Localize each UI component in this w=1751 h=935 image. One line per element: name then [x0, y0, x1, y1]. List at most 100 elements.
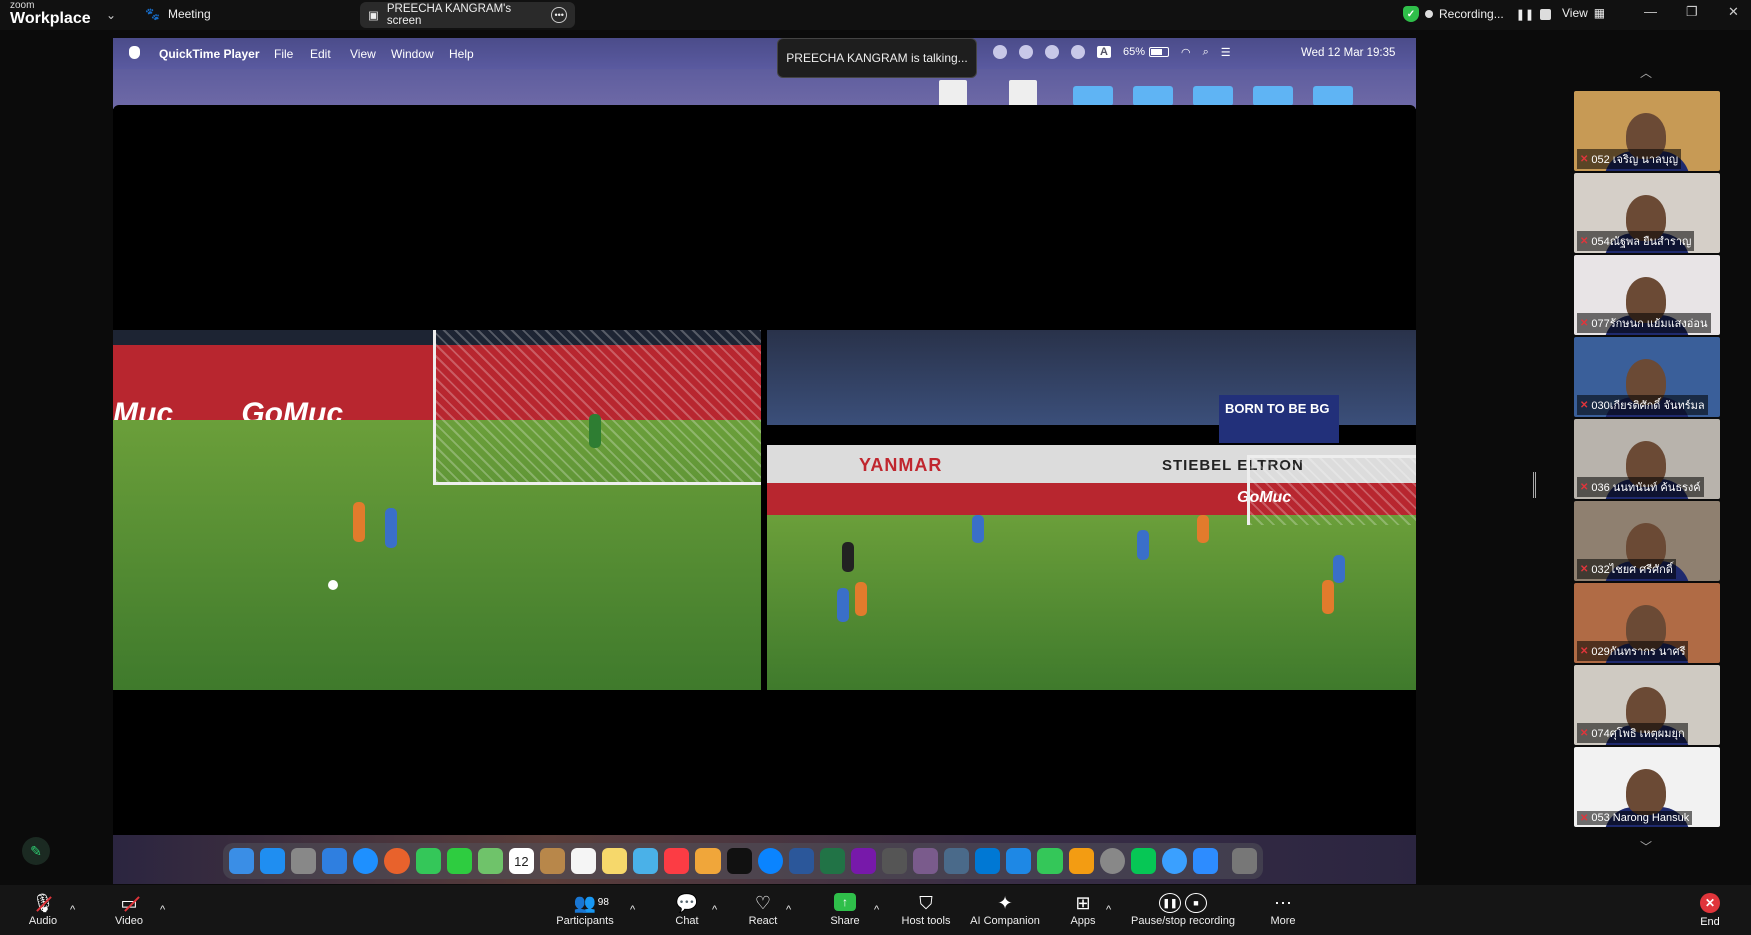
numbers-icon[interactable] — [1037, 848, 1063, 874]
participant-tile[interactable]: ✕ 077รักษนก แย้มแสงอ่อน — [1574, 255, 1720, 335]
participant-tile[interactable]: ✕ 052 เจริญ นาลบุญ — [1574, 91, 1720, 171]
screen-share-pill[interactable]: ▣ PREECHA KANGRAM's screen ••• — [360, 2, 575, 28]
audio-caret-icon[interactable]: ^ — [70, 885, 75, 935]
host-tools-button[interactable]: ⛉ Host tools — [900, 885, 952, 935]
participant-tile[interactable]: ✕ 074ศุโพธิ เหตุผมยุก — [1574, 665, 1720, 745]
participants-icon: 👥 98 — [573, 893, 609, 913]
mic-muted-icon: ✕ — [1580, 727, 1589, 739]
more-options-icon[interactable]: ••• — [551, 7, 567, 23]
more-label: More — [1270, 915, 1296, 927]
video-gallery: ✕ 052 เจริญ นาลบุญ ✕ 054ณัฐพล ยืนสำราญ ✕ 07… — [1574, 62, 1720, 852]
apple-tv-icon[interactable] — [726, 848, 752, 874]
app-name[interactable]: QuickTime Player — [159, 47, 260, 61]
firefox-icon[interactable] — [384, 848, 410, 874]
video-label: Video — [115, 915, 143, 927]
annotate-pen-icon[interactable]: ✎ — [22, 837, 50, 865]
stop-icon[interactable] — [1540, 8, 1552, 20]
app-icon[interactable] — [913, 848, 939, 874]
onenote-icon[interactable] — [850, 848, 876, 874]
launchpad-icon[interactable] — [291, 848, 317, 874]
menu-help[interactable]: Help — [449, 47, 474, 61]
zoom-icon[interactable] — [1192, 848, 1218, 874]
panel-resize-handle[interactable] — [1533, 472, 1536, 498]
mail-icon[interactable] — [322, 848, 348, 874]
search-icon: ⌕ — [1202, 45, 1209, 58]
view-button[interactable]: View ▦ — [1562, 6, 1605, 20]
freeform-icon[interactable] — [633, 848, 659, 874]
notes-icon[interactable] — [602, 848, 628, 874]
share-caret-icon[interactable]: ^ — [874, 885, 879, 935]
close-icon[interactable]: ✕ — [1728, 4, 1739, 20]
contacts-icon[interactable] — [539, 848, 566, 874]
pages-icon[interactable] — [1068, 848, 1094, 874]
chevron-down-icon[interactable]: ⌄ — [106, 8, 116, 22]
restore-icon[interactable]: ❐ — [1686, 4, 1698, 20]
app-store-icon[interactable] — [260, 848, 286, 874]
messages-icon[interactable] — [415, 848, 441, 874]
status-tray: A 65% ◠ ⌕ ☰ — [993, 45, 1231, 59]
edge-icon[interactable] — [757, 848, 783, 874]
participant-name: ✕ 054ณัฐพล ยืนสำราญ — [1577, 231, 1695, 251]
menu-edit[interactable]: Edit — [310, 47, 331, 61]
app-icon[interactable] — [944, 848, 970, 874]
mic-muted-icon: ✕ — [1580, 812, 1589, 824]
line-icon[interactable] — [1130, 848, 1156, 874]
player-orange — [855, 582, 867, 616]
menu-view[interactable]: View — [350, 47, 376, 61]
participant-tile[interactable]: ✕ 032ไชยศ ศรีศักดิ์ — [1574, 501, 1720, 581]
pause-stop-icon: ❚❚ ■ — [1159, 893, 1207, 915]
participant-tile[interactable]: ✕ 036 นนทนันท์ ค้นธรงค์ — [1574, 419, 1720, 499]
more-button[interactable]: ⋯ More — [1266, 885, 1300, 935]
excel-icon[interactable] — [819, 848, 845, 874]
chevron-down-icon[interactable]: ﹀ — [1640, 838, 1652, 855]
settings-icon[interactable] — [1099, 848, 1125, 874]
mic-muted-icon: ✕ — [1580, 645, 1589, 657]
end-button[interactable]: ✕ End — [1700, 885, 1720, 935]
quicktime-video[interactable]: Muc GoMuc BORN TO BE BG YANMAR STIEBEL E… — [113, 105, 1416, 835]
word-icon[interactable] — [788, 848, 814, 874]
participant-tile[interactable]: ✕ 054ณัฐพล ยืนสำราญ — [1574, 173, 1720, 253]
participant-tile[interactable]: ✕ 029กันทรากร นาศรี — [1574, 583, 1720, 663]
control-center-icon: ☰ — [1220, 46, 1231, 59]
music-icon[interactable] — [664, 848, 690, 874]
audio-button[interactable]: 🎙Audio — [26, 885, 60, 935]
trash-icon[interactable] — [1232, 848, 1258, 874]
view-label: View — [1562, 6, 1588, 20]
participant-tile[interactable]: ✕ 053 Narong Hansuk — [1574, 747, 1720, 827]
participant-name-text: 053 Narong Hansuk — [1591, 812, 1690, 824]
share-button[interactable]: ↑ Share — [830, 885, 860, 935]
apps-button[interactable]: ⊞ Apps — [1068, 885, 1098, 935]
pause-stop-recording-button[interactable]: ❚❚ ■ Pause/stop recording — [1128, 885, 1238, 935]
claquette-icon[interactable] — [881, 848, 908, 874]
chat-button[interactable]: 💬 Chat — [672, 885, 702, 935]
preview-icon[interactable] — [1161, 848, 1187, 874]
participants-caret-icon[interactable]: ^ — [630, 885, 635, 935]
apps-icon: ⊞ — [1075, 893, 1091, 913]
finder-icon[interactable] — [229, 848, 255, 874]
participant-tile[interactable]: ✕ 030เกียรติศักดิ์ จันทร์มล — [1574, 337, 1720, 417]
maps-icon[interactable] — [477, 848, 503, 874]
apple-icon[interactable] — [129, 46, 140, 59]
react-caret-icon[interactable]: ^ — [786, 885, 791, 935]
menu-window[interactable]: Window — [391, 47, 434, 61]
apps-caret-icon[interactable]: ^ — [1106, 885, 1111, 935]
chat-caret-icon[interactable]: ^ — [712, 885, 717, 935]
video-button[interactable]: ▭ Video — [112, 885, 146, 935]
meeting-menu[interactable]: 🐾 Meeting — [145, 7, 211, 21]
pause-icon[interactable]: ❚❚ — [1516, 8, 1534, 21]
reminders-icon[interactable] — [571, 848, 597, 874]
photos-icon[interactable] — [695, 848, 721, 874]
menu-file[interactable]: File — [274, 47, 293, 61]
outlook-icon[interactable] — [975, 848, 1001, 874]
goal-net — [1247, 455, 1416, 525]
react-button[interactable]: ♡ React — [748, 885, 778, 935]
video-caret-icon[interactable]: ^ — [160, 885, 165, 935]
keynote-icon[interactable] — [1006, 848, 1032, 874]
facetime-icon[interactable] — [446, 848, 472, 874]
participants-button[interactable]: 👥 98 Participants — [554, 885, 616, 935]
minimize-icon[interactable]: — — [1644, 4, 1657, 19]
calendar-icon[interactable]: 12 — [508, 848, 534, 874]
born-banner-text: BORN TO BE BG — [1225, 401, 1330, 416]
safari-icon[interactable] — [353, 848, 379, 874]
ai-companion-button[interactable]: ✦ AI Companion — [968, 885, 1042, 935]
